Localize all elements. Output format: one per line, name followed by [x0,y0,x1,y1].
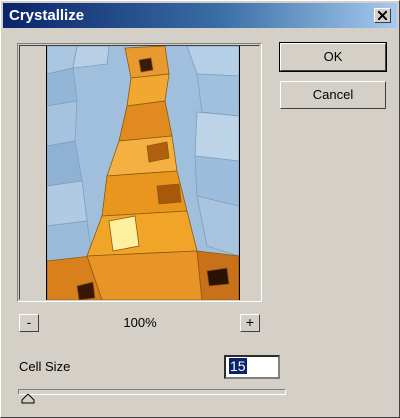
preview-image[interactable] [46,46,240,300]
window-title: Crystallize [9,7,85,24]
cancel-button[interactable]: Cancel [280,81,386,109]
ok-button[interactable]: OK [279,42,387,72]
close-icon [378,11,387,20]
cell-size-value: 15 [229,358,247,374]
title-bar[interactable]: Crystallize [3,3,397,28]
close-button[interactable] [374,8,391,23]
preview-panel [17,43,262,302]
cell-size-label: Cell Size [19,359,71,374]
slider-thumb-icon[interactable] [21,394,35,404]
zoom-level: 100% [123,315,157,330]
crystallize-dialog: Crystallize - 100% + OK Cancel Cell Size… [0,0,400,418]
cell-size-input[interactable]: 15 [224,355,280,379]
cell-size-slider-track[interactable] [18,389,286,395]
crystallized-preview [47,46,239,300]
zoom-out-button[interactable]: - [19,314,39,332]
zoom-in-button[interactable]: + [240,314,260,332]
